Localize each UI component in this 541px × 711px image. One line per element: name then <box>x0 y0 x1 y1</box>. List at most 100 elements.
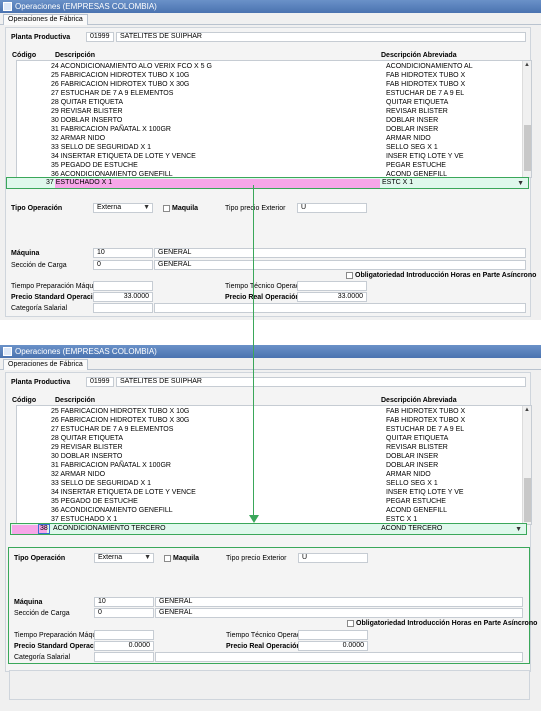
list-row[interactable]: 34 INSERTAR ETIQUETA DE LOTE Y VENCE INSE… <box>17 152 523 161</box>
tipo-op-label: Tipo Operación <box>14 555 66 562</box>
row-abbreviation: QUITAR ETIQUETA <box>386 99 449 106</box>
maquila-checkbox[interactable] <box>164 555 171 562</box>
row-description: 26 FABRICACION HIDROTEX TUBO X 30G <box>51 81 190 88</box>
obligatoriedad-checkbox[interactable] <box>346 272 353 279</box>
list-row[interactable]: 32 ARMAR NIDO ARMAR NIDO <box>17 470 523 479</box>
cat-name-field[interactable] <box>155 652 523 662</box>
list-row[interactable]: 35 PEGADO DE ESTUCHE PEGAR ESTUCHE <box>17 161 523 170</box>
list-row[interactable]: 27 ESTUCHAR DE 7 A 9 ELEMENTOS ESTUCHAR D… <box>17 425 523 434</box>
seccion-name-field[interactable]: GENERAL <box>155 608 523 618</box>
seccion-code-field[interactable]: 0 <box>94 608 154 618</box>
tipo-op-label: Tipo Operación <box>11 205 63 212</box>
list-row[interactable]: 35 PEGADO DE ESTUCHE PEGAR ESTUCHE <box>17 497 523 506</box>
list-row[interactable]: 25 FABRICACION HIDROTEX TUBO X 10G FAB HI… <box>17 407 523 416</box>
tab-operaciones-fabrica[interactable]: Operaciones de Fábrica <box>3 14 88 25</box>
list-scrollbar[interactable]: ▲ <box>522 406 531 524</box>
list-row[interactable]: 26 FABRICACION HIDROTEX TUBO X 30G FAB HI… <box>17 80 523 89</box>
list-row[interactable]: 25 FABRICACION HIDROTEX TUBO X 10G FAB HI… <box>17 71 523 80</box>
list-row[interactable]: 27 ESTUCHAR DE 7 A 9 ELEMENTOS ESTUCHAR D… <box>17 89 523 98</box>
cat-label: Categoría Salarial <box>14 654 71 661</box>
planta-code-field[interactable]: 01999 <box>86 32 114 42</box>
list-row[interactable]: 30 DOBLAR INSERTO DOBLAR INSER <box>17 116 523 125</box>
planta-name-field[interactable]: SATELITES DE SUIPHAR <box>116 377 526 387</box>
preal-field[interactable]: 0.0000 <box>298 641 368 651</box>
tabstrip: Operaciones de Fábrica <box>0 358 541 370</box>
new-row-desc[interactable]: 37 ESTUCHADO X 1 <box>46 178 112 188</box>
pstd-field[interactable]: 0.0000 <box>94 641 154 651</box>
new-row-abbr[interactable]: ACOND TERCERO <box>381 524 442 534</box>
row-description: 25 FABRICACION HIDROTEX TUBO X 10G <box>51 408 190 415</box>
list-row[interactable]: 34 INSERTAR ETIQUETA DE LOTE Y VENCE INSE… <box>17 488 523 497</box>
row-abbreviation: ARMAR NIDO <box>386 135 431 142</box>
ttec-field[interactable] <box>298 630 368 640</box>
tprep-label: Tiempo Preparación Máquina <box>14 632 106 639</box>
row-abbreviation: REVISAR BLISTER <box>386 108 448 115</box>
preal-field[interactable]: 33.0000 <box>297 292 367 302</box>
list-scrollbar[interactable]: ▲ <box>522 61 531 177</box>
dropdown-arrow-icon[interactable]: ▼ <box>515 525 522 535</box>
seccion-code-field[interactable]: 0 <box>93 260 153 270</box>
seccion-name-field[interactable]: GENERAL <box>154 260 526 270</box>
scroll-up-icon[interactable]: ▲ <box>523 61 531 69</box>
maquina-code-field[interactable]: 10 <box>94 597 154 607</box>
maquina-name-field[interactable]: GENERAL <box>155 597 523 607</box>
cat-code-field[interactable] <box>93 303 153 313</box>
new-row-editor[interactable]: 37 ESTUCHADO X 1 ESTC X 1 ▼ <box>6 177 529 189</box>
list-row[interactable]: 28 QUITAR ETIQUETA QUITAR ETIQUETA <box>17 98 523 107</box>
maquina-code-field[interactable]: 10 <box>93 248 153 258</box>
list-row[interactable]: 30 DOBLAR INSERTO DOBLAR INSER <box>17 452 523 461</box>
list-row[interactable]: 26 FABRICACION HIDROTEX TUBO X 30G FAB HI… <box>17 416 523 425</box>
tipo-op-value: Externa <box>97 204 122 211</box>
list-row[interactable]: 29 REVISAR BLISTER REVISAR BLISTER <box>17 107 523 116</box>
maquina-name-field[interactable]: GENERAL <box>154 248 526 258</box>
form-area-highlight: Tipo Operación Externa ▼ Maquila Tipo pr… <box>8 547 537 664</box>
planta-name-field[interactable]: SATELITES DE SUIPHAR <box>116 32 526 42</box>
list-row[interactable]: 29 REVISAR BLISTER REVISAR BLISTER <box>17 443 523 452</box>
pstd-field[interactable]: 33.0000 <box>93 292 153 302</box>
list-row[interactable]: 32 ARMAR NIDO ARMAR NIDO <box>17 134 523 143</box>
obligatoriedad-checkbox[interactable] <box>347 620 354 627</box>
tab-operaciones-fabrica[interactable]: Operaciones de Fábrica <box>3 359 88 370</box>
dropdown-arrow-icon[interactable]: ▼ <box>517 179 524 189</box>
row-abbreviation: ACONDICIONAMIENTO AL <box>386 63 473 70</box>
new-row-abbr[interactable]: ESTC X 1 <box>382 178 413 188</box>
tprep-field[interactable] <box>94 630 154 640</box>
list-row[interactable]: 31 FABRICACION PAÑATAL X 100GR DOBLAR INS… <box>17 125 523 134</box>
list-row[interactable]: 28 QUITAR ETIQUETA QUITAR ETIQUETA <box>17 434 523 443</box>
list-row[interactable]: 33 SELLO DE SEGURIDAD X 1 SELLO SEG X 1 <box>17 479 523 488</box>
list-row[interactable]: 24 ACONDICIONAMIENTO ALO VERIX FCO X 5 G… <box>17 62 523 71</box>
maquila-checkbox[interactable] <box>163 205 170 212</box>
new-row-code[interactable]: 38 <box>38 524 50 534</box>
row-description: 35 PEGADO DE ESTUCHE <box>51 162 138 169</box>
new-row-editor[interactable]: 38 ACONDICIONAMIENTO TERCERO ACOND TERCE… <box>10 523 527 535</box>
planta-code-field[interactable]: 01999 <box>86 377 114 387</box>
operations-list[interactable]: 25 FABRICACION HIDROTEX TUBO X 10G FAB HI… <box>16 405 532 525</box>
row-description: 26 FABRICACION HIDROTEX TUBO X 30G <box>51 417 190 424</box>
cat-name-field[interactable] <box>154 303 526 313</box>
list-row[interactable]: 36 ACONDICIONAMIENTO GENEFILL ACOND GENEF… <box>17 506 523 515</box>
row-abbreviation: REVISAR BLISTER <box>386 444 448 451</box>
cat-code-field[interactable] <box>94 652 154 662</box>
ttec-field[interactable] <box>297 281 367 291</box>
scroll-thumb[interactable] <box>524 125 531 171</box>
tipo-precio-field[interactable]: U <box>297 203 367 213</box>
tipo-op-select[interactable]: Externa ▼ <box>94 553 154 563</box>
list-row[interactable]: 31 FABRICACION PAÑATAL X 100GR DOBLAR INS… <box>17 461 523 470</box>
row-description: 33 SELLO DE SEGURIDAD X 1 <box>51 480 151 487</box>
list-row[interactable]: 33 SELLO DE SEGURIDAD X 1 SELLO SEG X 1 <box>17 143 523 152</box>
row-description: 28 QUITAR ETIQUETA <box>51 99 124 106</box>
col-header-code: Código <box>12 52 37 59</box>
window-title: Operaciones (EMPRESAS COLOMBIA) <box>15 347 157 356</box>
new-row-desc[interactable]: ACONDICIONAMIENTO TERCERO <box>53 524 166 534</box>
operations-list[interactable]: 24 ACONDICIONAMIENTO ALO VERIX FCO X 5 G… <box>16 60 532 178</box>
tipo-precio-field[interactable]: U <box>298 553 368 563</box>
maquina-label: Máquina <box>11 250 40 257</box>
row-description: 34 INSERTAR ETIQUETA DE LOTE Y VENCE <box>51 153 196 160</box>
tprep-field[interactable] <box>93 281 153 291</box>
scroll-up-icon[interactable]: ▲ <box>523 406 531 414</box>
scroll-thumb[interactable] <box>524 478 531 522</box>
window-titlebar: Operaciones (EMPRESAS COLOMBIA) <box>0 0 541 13</box>
col-header-desc: Descripción <box>55 397 96 404</box>
tipo-op-select[interactable]: Externa ▼ <box>93 203 153 213</box>
row-abbreviation: FAB HIDROTEX TUBO X <box>386 417 466 424</box>
